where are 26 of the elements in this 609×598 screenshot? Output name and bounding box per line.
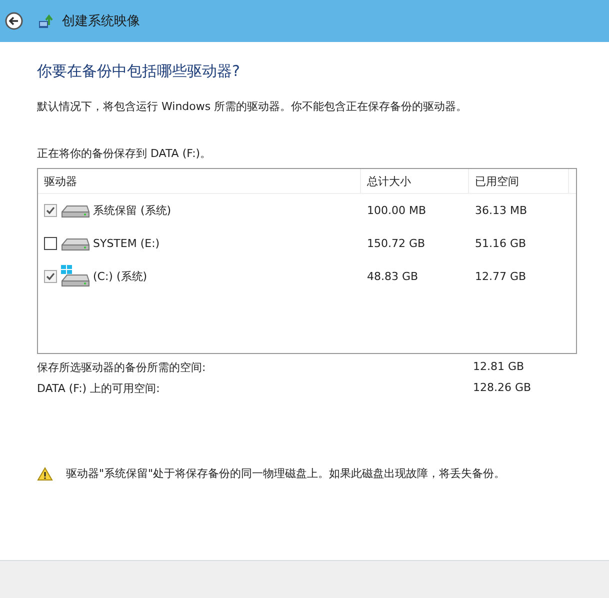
destination-text: 正在将你的备份保存到 DATA (F:)。: [37, 146, 212, 161]
warning-icon: [37, 466, 53, 480]
column-header[interactable]: 驱动器: [38, 169, 361, 193]
used-space: 51.16 GB: [474, 237, 528, 250]
column-header[interactable]: 总计大小: [361, 169, 469, 193]
column-header[interactable]: 已用空间: [469, 169, 569, 193]
summary-label: DATA (F:) 上的可用空间:: [37, 381, 161, 396]
total-size: 48.83 GB: [366, 270, 420, 283]
back-button[interactable]: [4, 11, 24, 31]
drive-name: (C:) (系统): [93, 269, 148, 284]
page-heading: 你要在备份中包括哪些驱动器?: [37, 62, 241, 81]
description-text: 默认情况下，将包含运行 Windows 所需的驱动器。你不能包含正在保存备份的驱动器。: [37, 99, 468, 114]
checkbox[interactable]: [44, 237, 57, 250]
warning-text: 驱动器"系统保留"处于将保存备份的同一物理磁盘上。如果此磁盘出现故障，将丢失备份。: [66, 466, 506, 481]
summary-value: 128.26 GB: [473, 381, 532, 396]
total-size: 150.72 GB: [366, 237, 426, 250]
backup-icon: [38, 13, 54, 29]
summary-value: 12.81 GB: [473, 360, 524, 375]
total-size: 100.00 MB: [366, 204, 428, 217]
used-space: 12.77 GB: [474, 270, 528, 283]
used-space: 36.13 MB: [474, 204, 528, 217]
windows-drive-icon: [60, 264, 90, 288]
drive-name: SYSTEM (E:): [93, 237, 160, 250]
window-title: 创建系统映像: [62, 13, 140, 30]
drive-name: 系统保留 (系统): [93, 203, 172, 218]
summary-label: 保存所选驱动器的备份所需的空间:: [37, 360, 207, 375]
